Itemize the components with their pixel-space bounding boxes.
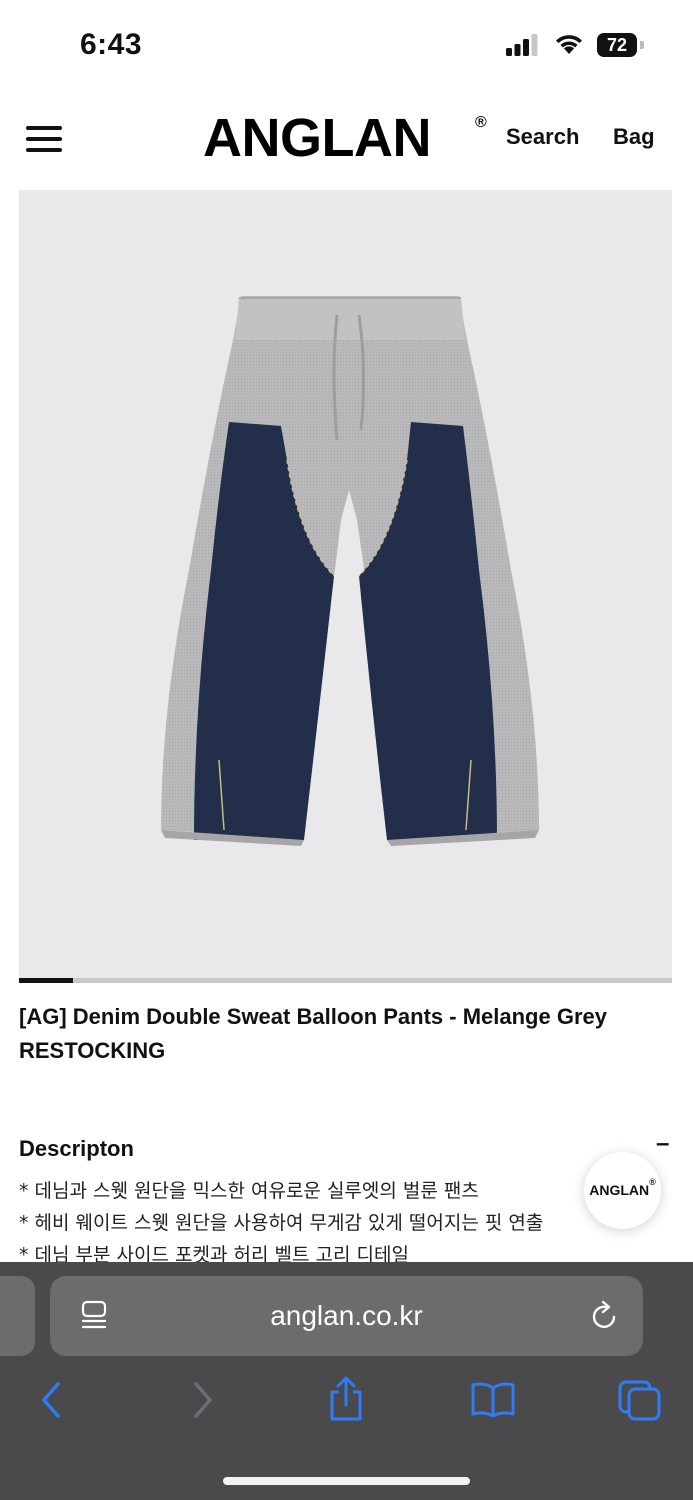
brand-logo[interactable]: ANGLAN — [203, 107, 431, 169]
wifi-icon — [556, 35, 582, 54]
description-line: * 헤비 웨이트 스웻 원단을 사용하여 무게감 있게 떨어지는 핏 연출 — [19, 1212, 544, 1234]
hamburger-menu-icon[interactable] — [26, 124, 62, 154]
bag-link[interactable]: Bag — [613, 124, 655, 150]
description-line: * 데님과 스웻 원단을 믹스한 여유로운 실루엣의 벌룬 팬츠 — [19, 1180, 479, 1202]
clock: 6:43 — [80, 28, 143, 61]
collapse-toggle-icon[interactable]: – — [656, 1130, 669, 1158]
previous-tab-preview[interactable] — [0, 1276, 35, 1356]
home-indicator — [223, 1477, 470, 1485]
bookmarks-icon[interactable] — [470, 1382, 516, 1418]
registered-mark: ® — [475, 114, 487, 131]
search-link[interactable]: Search — [506, 124, 579, 150]
fab-label: ANGLAN — [589, 1182, 650, 1198]
back-icon[interactable] — [38, 1380, 66, 1420]
site-header: ANGLAN ® Search Bag — [0, 100, 693, 180]
brand-floating-button[interactable]: ANGLAN® — [584, 1152, 661, 1229]
share-icon[interactable] — [327, 1376, 365, 1422]
description-heading: Descripton — [19, 1136, 134, 1161]
cellular-signal-icon — [506, 34, 538, 56]
forward-icon[interactable] — [188, 1380, 216, 1420]
image-slider-position — [19, 978, 73, 983]
reload-icon[interactable] — [590, 1300, 620, 1332]
product-title: [AG] Denim Double Sweat Balloon Pants - … — [19, 1004, 607, 1029]
product-image[interactable] — [19, 190, 672, 978]
pants-image — [161, 296, 539, 846]
image-slider-track[interactable] — [19, 978, 672, 983]
battery-tip — [640, 41, 644, 49]
stock-status: RESTOCKING — [19, 1038, 166, 1063]
battery-icon: 72 — [597, 33, 637, 57]
tabs-icon[interactable] — [618, 1380, 662, 1422]
url-text: anglan.co.kr — [270, 1300, 423, 1331]
status-bar: 6:43 72 — [0, 0, 693, 92]
fab-registered-mark: ® — [649, 1177, 656, 1187]
address-bar[interactable]: anglan.co.kr — [50, 1276, 643, 1356]
